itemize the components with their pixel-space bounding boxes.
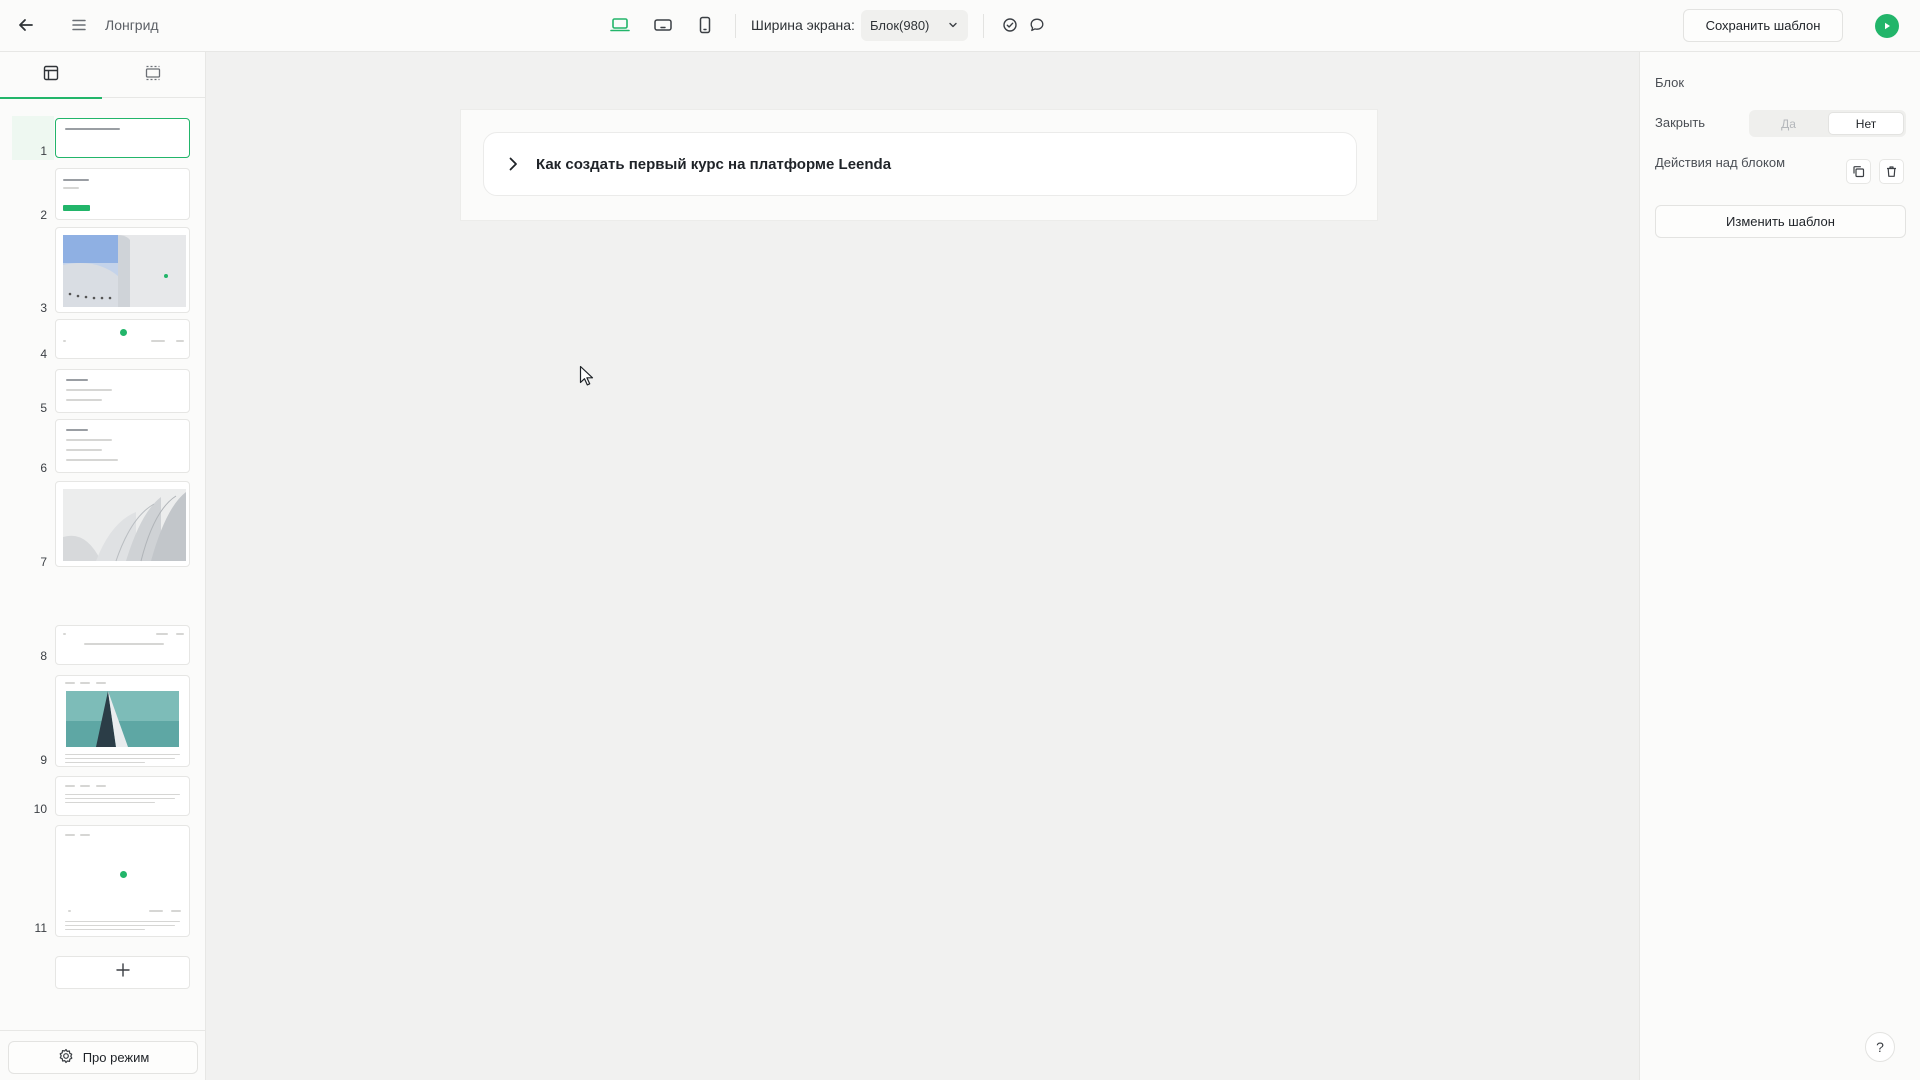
pro-mode-label: Про режим — [82, 1050, 150, 1065]
app-title: Лонгрид — [105, 17, 159, 33]
slide-number: 8 — [40, 649, 47, 663]
tab-layout[interactable] — [0, 52, 102, 99]
back-arrow-icon[interactable] — [12, 11, 40, 39]
mouse-cursor-icon — [579, 365, 595, 392]
slide-thumbnail — [55, 825, 190, 937]
section-title: Блок — [1655, 75, 1685, 90]
slide-item[interactable]: 9 — [0, 675, 206, 769]
slides-sidebar: 1 2 3 4 5 6 7 8 9 10 11 Про режим — [0, 52, 206, 1080]
pro-mode-button[interactable]: Про режим — [8, 1041, 198, 1074]
change-template-button[interactable]: Изменить шаблон — [1655, 205, 1906, 238]
toolbar-divider — [983, 14, 984, 38]
slide-number: 4 — [40, 347, 47, 361]
slide-thumbnail — [55, 227, 190, 313]
accordion-title: Как создать первый курс на платформе Lee… — [536, 155, 892, 173]
slide-thumbnail — [55, 675, 190, 767]
help-button[interactable]: ? — [1865, 1032, 1895, 1062]
tablet-icon[interactable] — [649, 11, 677, 39]
slide-item[interactable]: 7 — [0, 481, 206, 571]
trash-icon[interactable] — [1879, 159, 1904, 184]
slide-item[interactable]: 4 — [0, 319, 206, 363]
slide-number: 1 — [40, 144, 47, 158]
screen-width-label: Ширина экрана: — [751, 17, 855, 33]
menu-icon[interactable] — [65, 11, 93, 39]
slide-item[interactable]: 6 — [0, 419, 206, 477]
slide-item[interactable]: 8 — [0, 625, 206, 671]
play-icon[interactable] — [1875, 14, 1899, 38]
close-toggle: Да Нет — [1749, 110, 1906, 137]
slide-thumbnail — [55, 419, 190, 473]
add-slide-button[interactable] — [55, 956, 190, 989]
slide-number: 11 — [34, 921, 47, 935]
copy-icon[interactable] — [1846, 159, 1871, 184]
slide-number: 5 — [40, 401, 47, 415]
slide-item[interactable]: 11 — [0, 825, 206, 941]
toolbar-divider — [735, 14, 736, 38]
slide-item[interactable]: 2 — [0, 168, 206, 224]
mobile-icon[interactable] — [691, 11, 719, 39]
check-circle-icon[interactable] — [996, 11, 1024, 39]
tab-blocks[interactable] — [102, 52, 204, 98]
accordion-item[interactable]: Как создать первый курс на платформе Lee… — [483, 132, 1357, 196]
chevron-down-icon — [947, 19, 959, 34]
slide-thumbnail — [55, 168, 190, 220]
slide-number: 3 — [40, 301, 47, 315]
top-toolbar: Лонгрид Ширина экрана: Блок(980) Сохрани… — [0, 0, 1920, 52]
slide-number: 2 — [40, 208, 47, 222]
slide-thumbnail — [55, 319, 190, 359]
slide-item[interactable]: 10 — [0, 776, 206, 818]
comment-icon[interactable] — [1023, 11, 1051, 39]
content-block[interactable]: Как создать первый курс на платформе Lee… — [460, 109, 1378, 221]
building-image — [63, 235, 186, 307]
save-template-button[interactable]: Сохранить шаблон — [1683, 9, 1843, 42]
close-label: Закрыть — [1655, 115, 1706, 130]
plus-icon — [115, 962, 131, 983]
sidebar-tabs — [0, 52, 205, 99]
slide-number: 6 — [40, 461, 47, 475]
slide-thumbnail — [55, 118, 190, 158]
slide-thumbnail — [55, 369, 190, 413]
slide-thumbnail — [55, 625, 190, 665]
layout-icon — [42, 64, 60, 87]
sidebar-footer: Про режим — [0, 1030, 206, 1080]
close-option-no[interactable]: Нет — [1828, 112, 1904, 135]
slide-item[interactable]: 1 — [0, 116, 206, 160]
slide-thumbnail — [55, 776, 190, 816]
screen-width-value: Блок(980) — [870, 18, 930, 33]
slide-number: 7 — [40, 555, 47, 569]
close-option-yes[interactable]: Да — [1751, 112, 1826, 135]
slide-number: 10 — [33, 802, 47, 816]
slide-item[interactable]: 3 — [0, 227, 206, 317]
block-actions-label: Действия над блоком — [1655, 155, 1785, 170]
slide-number: 9 — [40, 753, 47, 767]
blocks-icon — [144, 64, 162, 87]
pro-mode-icon — [57, 1047, 75, 1068]
chevron-right-icon — [504, 155, 522, 173]
properties-panel: Блок Закрыть Да Нет Действия над блоком … — [1639, 52, 1920, 1080]
slide-thumbnail — [55, 481, 190, 567]
architecture-image — [63, 489, 186, 562]
slide-item[interactable]: 5 — [0, 369, 206, 417]
screen-width-select[interactable]: Блок(980) — [861, 10, 968, 41]
desktop-icon[interactable] — [606, 11, 634, 39]
